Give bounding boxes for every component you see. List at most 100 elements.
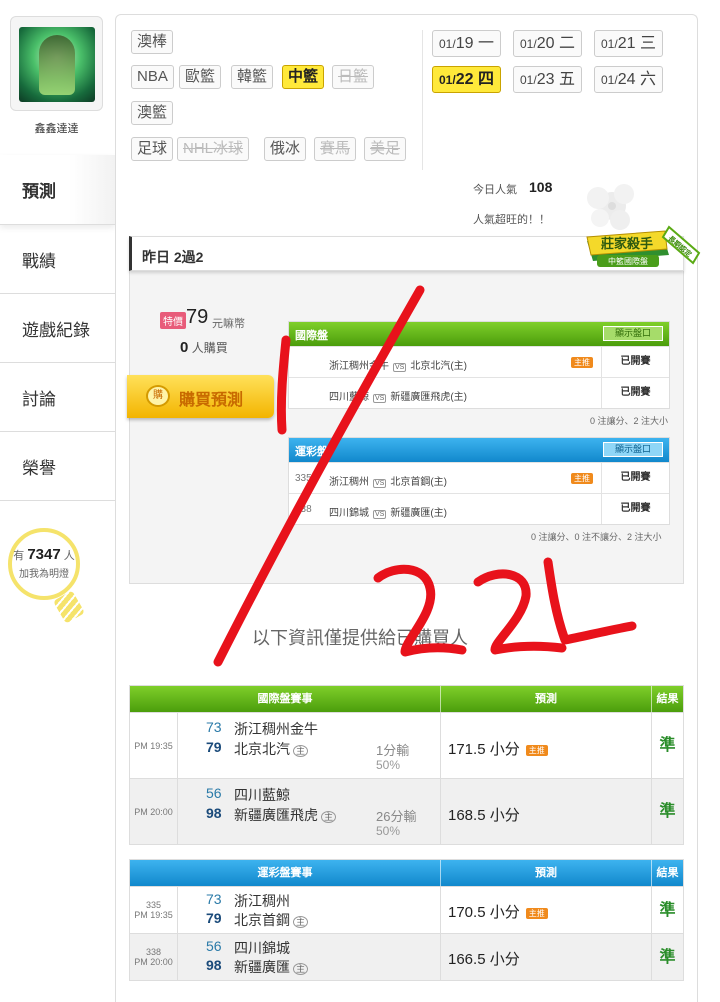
prediction-cell: 170.5 小分 主推 (441, 887, 652, 933)
prediction-value: 170.5 小分 (448, 904, 520, 921)
list-item: 四川藍鯨 VS 新疆廣匯飛虎(主) 已開賽 (289, 377, 669, 408)
game-time: 338 PM 20:00 (130, 934, 178, 980)
sport-tag-soccer[interactable]: 足球 (131, 137, 174, 161)
buy-coin-icon: 購 (146, 385, 170, 407)
game-time: PM 20:00 (130, 779, 178, 844)
lottery-panel-header: 運彩盤 顯示盤口 (289, 438, 669, 462)
fan-count-line: 有 7347 人 (12, 546, 76, 563)
price-unit: 元嘛幣 (212, 318, 245, 330)
intl-panel-header: 國際盤 顯示盤口 (289, 322, 669, 346)
table-header: 國際盤賽事 預測 結果 (130, 686, 683, 712)
show-odds-button[interactable]: 顯示盤口 (603, 442, 663, 457)
sport-tag-aus-basketball[interactable]: 澳籃 (131, 101, 174, 125)
away-score: 56 (206, 785, 222, 801)
sport-tag-nba[interactable]: NBA (131, 65, 174, 89)
handicap-result: 26分輸 (376, 809, 417, 824)
sport-tag-euro-basketball[interactable]: 歐籃 (179, 65, 222, 89)
game-cell: 56 四川藍鯨 98 新疆廣匯飛虎主 26分輸 50% (178, 779, 441, 844)
date-tab-0124[interactable]: 01/24 六 (594, 66, 663, 93)
prediction-cell: 171.5 小分 主推 (441, 713, 652, 778)
sidebar-item-discussion[interactable]: 討論 (0, 363, 115, 432)
sport-tag-korea-basketball[interactable]: 韓籃 (231, 65, 274, 89)
home-team: 新疆廣匯飛虎主 (234, 805, 337, 825)
list-item: 338 四川錦城 VS 新疆廣匯(主) 已開賽 (289, 493, 669, 524)
home-team: 北京首鋼主 (234, 910, 309, 930)
sport-tag-aus-baseball[interactable]: 澳棒 (131, 30, 174, 54)
popularity-label: 今日人氣 (473, 184, 517, 196)
fan-prefix: 有 (13, 550, 25, 562)
status-badge: 已開賽 (601, 494, 669, 524)
result-correct: 準 (659, 902, 676, 919)
price: 79 (186, 306, 209, 328)
sport-tag-horse-racing: 賽馬 (314, 137, 357, 161)
result-correct: 準 (659, 803, 676, 820)
away-score: 73 (206, 719, 222, 735)
purchaser-only-notice: 以下資訊僅提供給已購買人 (252, 628, 468, 648)
sidebar-item-game-history[interactable]: 遊戲紀錄 (0, 294, 115, 363)
sidebar-item-label: 榮譽 (22, 458, 56, 478)
date-tab-0121[interactable]: 01/21 三 (594, 30, 663, 57)
main-pick-badge: 主推 (525, 907, 548, 919)
lottery-panel-title: 運彩盤 (295, 446, 328, 458)
column-header: 結果 (656, 867, 679, 879)
intl-odds-panel: 國際盤 顯示盤口 浙江稠州金牛 VS 北京北汽(主) 主推 已開賽 四川藍鯨 VS 新疆… (288, 321, 670, 409)
main-pick-badge: 主推 (525, 744, 548, 756)
list-item: 335 浙江稠州 VS 北京首鋼(主) 主推 已開賽 (289, 462, 669, 493)
prediction-cell: 168.5 小分 (441, 779, 652, 844)
result-correct: 準 (659, 949, 676, 966)
intl-panel-title: 國際盤 (295, 330, 328, 342)
popularity-value: 108 (529, 179, 553, 195)
avatar[interactable] (10, 16, 103, 111)
away-team: 四川錦城 (234, 940, 290, 956)
away-team: 浙江稠州 (234, 893, 290, 909)
game-number: 335 (295, 473, 312, 484)
game-number: 338 (295, 504, 312, 515)
date-tab-0123[interactable]: 01/23 五 (513, 66, 582, 93)
column-header: 運彩盤賽事 (130, 860, 441, 886)
home-score: 98 (206, 805, 222, 821)
status-badge: 已開賽 (601, 347, 669, 377)
game-cell: 73 浙江稠州 79 北京首鋼主 (178, 887, 441, 933)
status-badge: 已開賽 (601, 378, 669, 408)
sport-tag-china-basketball[interactable]: 中籃 (282, 65, 325, 89)
prediction-value: 171.5 小分 (448, 741, 520, 758)
column-header: 國際盤賽事 (130, 686, 441, 712)
date-tab-0122[interactable]: 01/22 四 (432, 66, 501, 93)
away-team: 浙江稠州金牛 (234, 721, 318, 737)
home-team: 新疆廣匯主 (234, 957, 309, 977)
avatar-figure (39, 35, 75, 95)
home-score: 79 (206, 910, 222, 926)
game-cell: 56 四川錦城 98 新疆廣匯主 (178, 934, 441, 980)
badge-title: 莊家殺手 (601, 236, 653, 252)
sidebar-item-honor[interactable]: 榮譽 (0, 432, 115, 501)
handicap-result: 1分輸 (376, 743, 410, 758)
sidebar-item-record[interactable]: 戰績 (0, 225, 115, 294)
buyer-count: 0 人購買 (180, 339, 228, 356)
fan-lightbulb[interactable]: 有 7347 人 加我為明燈 (8, 528, 80, 600)
bookie-killer-badge-icon: 莊家殺手 中籃國際盤 長期認定 (586, 225, 701, 267)
table-row: 335 PM 19:35 73 浙江稠州 79 北京首鋼主 170.5 小分 主推 … (130, 886, 683, 933)
sport-tag-nhl: NHL冰球 (177, 137, 250, 161)
show-odds-button[interactable]: 顯示盤口 (603, 326, 663, 341)
result-correct: 準 (659, 737, 676, 754)
away-score: 73 (206, 891, 222, 907)
column-header: 預測 (441, 860, 652, 886)
date-tab-0120[interactable]: 01/20 二 (513, 30, 582, 57)
percentage: 50% (376, 758, 401, 772)
popularity-note: 人氣超旺的！！ (473, 214, 550, 226)
prediction-cell: 166.5 小分 (441, 934, 652, 980)
main-pick-badge: 主推 (571, 473, 593, 484)
prediction-value: 166.5 小分 (448, 951, 520, 968)
date-tab-0119[interactable]: 01/19 一 (432, 30, 501, 57)
lottery-odds-panel: 運彩盤 顯示盤口 335 浙江稠州 VS 北京首鋼(主) 主推 已開賽 338 四川… (288, 437, 670, 525)
intl-results-table: 國際盤賽事 預測 結果 PM 19:35 73 浙江稠州金牛 79 北京北汽主 … (129, 685, 684, 845)
table-row: PM 19:35 73 浙江稠州金牛 79 北京北汽主 1分輸 50% 171.… (130, 712, 683, 778)
matchup: 浙江稠州 VS 北京首鋼(主) (329, 477, 448, 488)
divider (422, 30, 423, 170)
sidebar-item-predict[interactable]: 預測 (0, 155, 115, 225)
table-row: PM 20:00 56 四川藍鯨 98 新疆廣匯飛虎主 26分輸 50% 168… (130, 778, 683, 844)
sport-tag-russia-hockey[interactable]: 俄冰 (264, 137, 307, 161)
username[interactable]: 鑫鑫達達 (10, 120, 103, 136)
sidebar-item-label: 遊戲紀錄 (22, 320, 90, 340)
matchup: 四川藍鯨 VS 新疆廣匯飛虎(主) (329, 392, 468, 403)
